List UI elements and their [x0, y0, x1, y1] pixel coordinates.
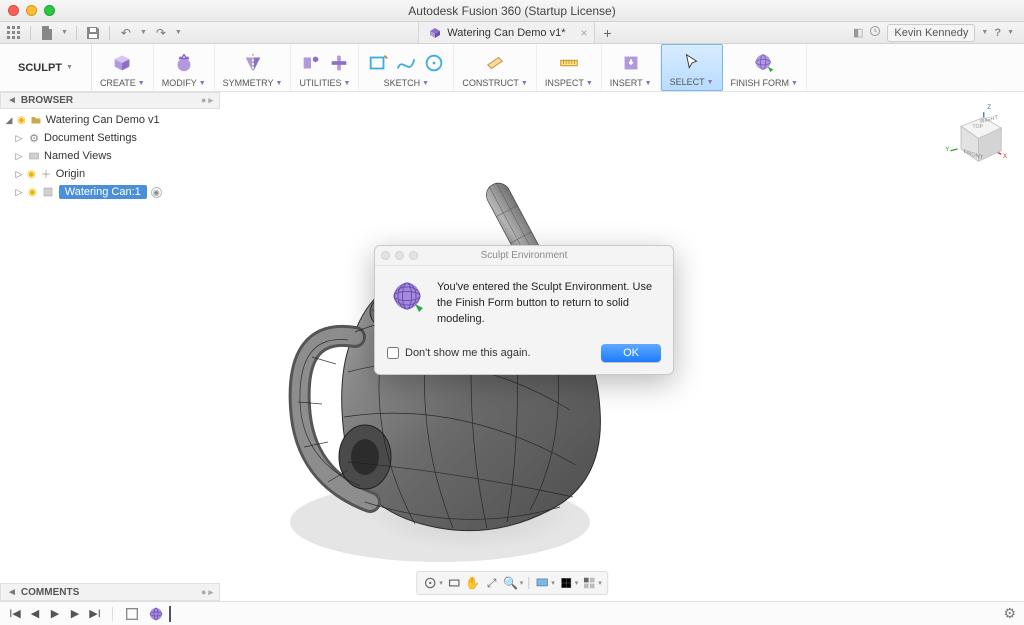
- gear-icon: ⚙: [27, 131, 41, 145]
- workspace-selector[interactable]: SCULPT ▼: [0, 44, 92, 91]
- dialog-ok-button[interactable]: OK: [601, 344, 661, 362]
- ribbon-group-modify[interactable]: MODIFY▼: [154, 44, 215, 91]
- dialog-message: You've entered the Sculpt Environment. U…: [437, 280, 657, 328]
- axis-x-label: X: [1003, 153, 1007, 160]
- tree-named-views[interactable]: ▷ Named Views: [0, 147, 220, 165]
- quick-access-toolbar: ▼ ↶ ▼ ↷ ▼ Watering Can Demo v1* × + ◧ Ke…: [0, 22, 1024, 44]
- display-style-icon[interactable]: [534, 575, 550, 591]
- dialog-dont-show-checkbox[interactable]: Don't show me this again.: [387, 347, 531, 359]
- zoom-icon[interactable]: ⤢: [484, 575, 500, 591]
- activate-radio-icon[interactable]: ◉: [151, 187, 162, 198]
- finish-form-icon: [753, 52, 775, 74]
- timeline-playhead[interactable]: [169, 606, 171, 622]
- orbit-icon[interactable]: [422, 575, 438, 591]
- insert-icon: [620, 52, 642, 74]
- viewport-layout-icon[interactable]: [581, 575, 597, 591]
- grid-icon[interactable]: [6, 25, 22, 41]
- axis-z-label: Z: [987, 104, 991, 111]
- timeline-end-icon[interactable]: ▶I: [88, 607, 102, 620]
- navigation-toolbar: ▾ ✋ ⤢ 🔍▾ ▾ ▾ ▾: [416, 571, 608, 595]
- document-tab-title: Watering Can Demo v1*: [447, 27, 565, 39]
- sculpt-sphere-icon: [391, 280, 425, 314]
- timeline-prev-icon[interactable]: ◀: [28, 607, 42, 620]
- timeline-start-icon[interactable]: I◀: [8, 607, 22, 620]
- save-icon[interactable]: [85, 25, 101, 41]
- construct-plane-icon: [484, 52, 506, 74]
- symmetry-icon: [242, 52, 264, 74]
- window-titlebar: Autodesk Fusion 360 (Startup License): [0, 0, 1024, 22]
- help-icon[interactable]: ?: [994, 27, 1001, 39]
- ribbon-group-inspect[interactable]: INSPECT▼: [537, 44, 602, 91]
- sketch-rect-icon: [367, 52, 389, 74]
- edit-form-icon: [173, 52, 195, 74]
- sketch-spline-icon: [395, 52, 417, 74]
- app-title: Autodesk Fusion 360 (Startup License): [0, 4, 1024, 18]
- ribbon-group-insert[interactable]: INSERT▼: [602, 44, 661, 91]
- ribbon-group-symmetry[interactable]: SYMMETRY▼: [215, 44, 292, 91]
- redo-icon[interactable]: ↷: [153, 25, 169, 41]
- timeline-feature-sculpt[interactable]: [147, 605, 165, 623]
- utility-convert-icon: [328, 52, 350, 74]
- comments-panel-header[interactable]: ◄ COMMENTS ●▸: [0, 583, 220, 601]
- tree-origin[interactable]: ▷◉ Origin: [0, 165, 220, 183]
- ribbon-group-sketch[interactable]: SKETCH▼: [359, 44, 454, 91]
- timeline-settings-icon[interactable]: ⚙: [1003, 605, 1016, 622]
- tree-component-row[interactable]: ▷◉ Watering Can:1 ◉: [0, 183, 220, 201]
- select-cursor-icon: [681, 52, 703, 74]
- ribbon-group-create[interactable]: CREATE▼: [92, 44, 154, 91]
- dialog-titlebar: Sculpt Environment: [375, 246, 673, 266]
- browser-panel: ◄ BROWSER ●▸ ◢◉ Watering Can Demo v1 ▷ ⚙…: [0, 92, 220, 203]
- inspect-measure-icon: [558, 52, 580, 74]
- tree-document-settings[interactable]: ▷ ⚙ Document Settings: [0, 129, 220, 147]
- timeline-bar: I◀ ◀ ▶ ▶ ▶I ⚙: [0, 601, 1024, 625]
- zoom-window-icon[interactable]: 🔍: [503, 575, 519, 591]
- box-icon: [111, 52, 133, 74]
- sketch-circle-icon: [423, 52, 445, 74]
- viewcube[interactable]: Z X Y FRONT RIGHT TOP: [940, 100, 1010, 170]
- axis-y-label: Y: [945, 146, 949, 153]
- ribbon-group-select[interactable]: SELECT▼: [661, 44, 723, 91]
- ribbon-group-finish-form[interactable]: FINISH FORM▼: [723, 44, 807, 91]
- new-tab-button[interactable]: +: [599, 24, 617, 42]
- browser-tree: ◢◉ Watering Can Demo v1 ▷ ⚙ Document Set…: [0, 109, 220, 203]
- extensions-icon[interactable]: ◧: [853, 26, 863, 39]
- user-name[interactable]: Kevin Kennedy: [887, 24, 975, 42]
- ribbon-group-utilities[interactable]: UTILITIES▼: [291, 44, 359, 91]
- timeline-next-icon[interactable]: ▶: [68, 607, 82, 620]
- pan-icon[interactable]: ✋: [465, 575, 481, 591]
- browser-header[interactable]: ◄ BROWSER ●▸: [0, 92, 220, 109]
- viewcube-top-label: TOP: [972, 124, 983, 130]
- notifications-icon[interactable]: [869, 25, 881, 40]
- utility-repair-icon: [300, 52, 322, 74]
- document-tab[interactable]: Watering Can Demo v1* ×: [418, 22, 594, 43]
- timeline-play-icon[interactable]: ▶: [48, 607, 62, 620]
- file-icon[interactable]: [39, 25, 55, 41]
- tree-root[interactable]: ◢◉ Watering Can Demo v1: [0, 111, 220, 129]
- undo-icon[interactable]: ↶: [118, 25, 134, 41]
- timeline-feature-component[interactable]: [123, 605, 141, 623]
- close-tab-icon[interactable]: ×: [580, 26, 587, 40]
- look-at-icon[interactable]: [446, 575, 462, 591]
- ribbon-toolbar: SCULPT ▼ CREATE▼ MODIFY▼ SYMMETRY▼ UTILI…: [0, 44, 1024, 92]
- grid-settings-icon[interactable]: [558, 575, 574, 591]
- sculpt-environment-dialog: Sculpt Environment You've entered the Sc…: [374, 245, 674, 375]
- tree-component-selected[interactable]: Watering Can:1: [59, 185, 147, 199]
- ribbon-group-construct[interactable]: CONSTRUCT▼: [454, 44, 536, 91]
